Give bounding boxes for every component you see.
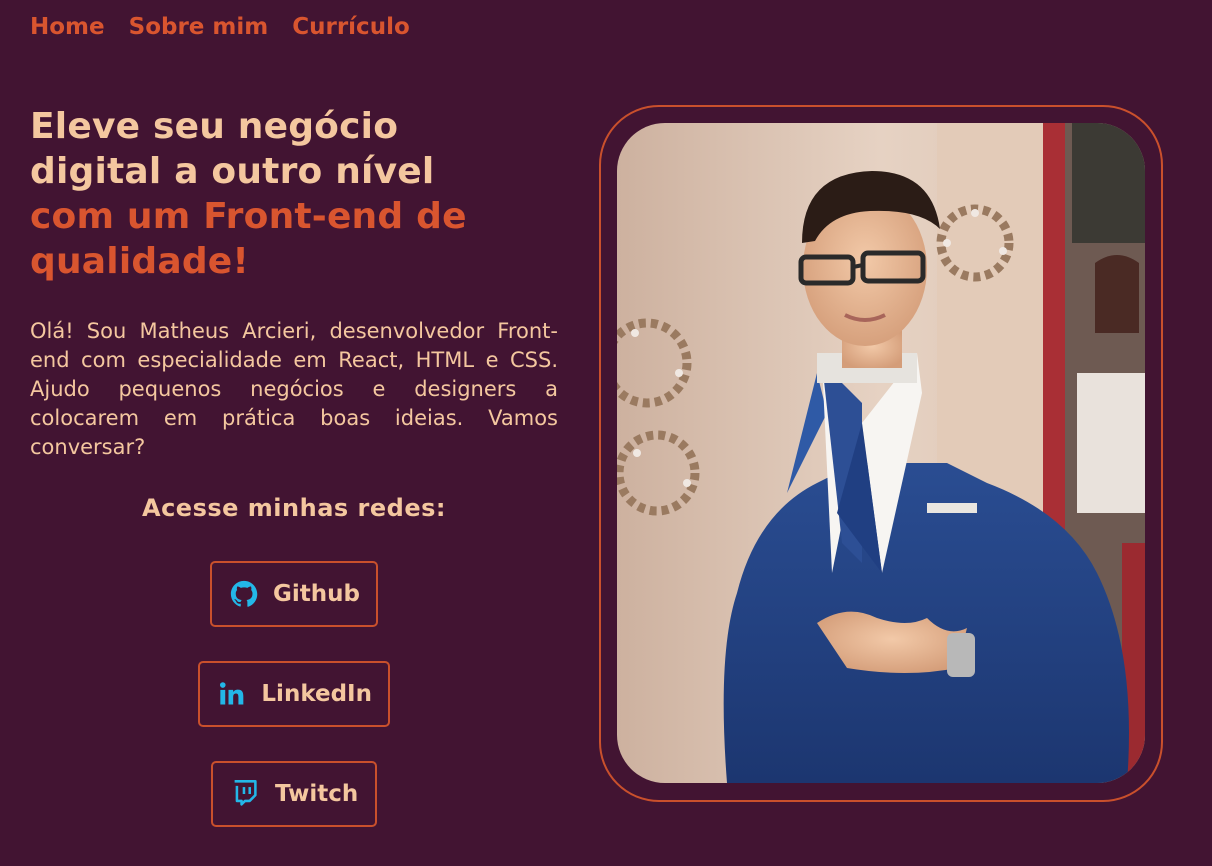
github-button-label: Github bbox=[273, 581, 360, 607]
twitch-button-label: Twitch bbox=[275, 781, 359, 807]
nav-about-link[interactable]: Sobre mim bbox=[129, 12, 269, 42]
hero-title: Eleve seu negócio digital a outro nível … bbox=[30, 104, 590, 284]
main-nav: Home Sobre mim Currículo bbox=[30, 12, 410, 42]
hero-title-line-1: Eleve seu negócio bbox=[30, 106, 399, 147]
hero-title-line-3: com um Front-end de bbox=[30, 196, 467, 237]
hero-title-line-4: qualidade! bbox=[30, 241, 250, 282]
linkedin-button[interactable]: LinkedIn bbox=[198, 661, 390, 727]
portrait-photo bbox=[617, 123, 1145, 783]
nav-home-link[interactable]: Home bbox=[30, 12, 105, 42]
twitch-icon bbox=[229, 778, 261, 810]
intro-paragraph: Olá! Sou Matheus Arcieri, desenvolvedor … bbox=[30, 319, 558, 459]
github-button[interactable]: Github bbox=[210, 561, 378, 627]
nav-resume-link[interactable]: Currículo bbox=[292, 12, 410, 42]
linkedin-button-label: LinkedIn bbox=[261, 681, 372, 707]
twitch-button[interactable]: Twitch bbox=[211, 761, 377, 827]
linkedin-icon bbox=[216, 678, 247, 710]
github-icon bbox=[228, 578, 259, 610]
social-section-title: Acesse minhas redes: bbox=[142, 494, 446, 522]
hero-title-line-2: digital a outro nível bbox=[30, 151, 435, 192]
